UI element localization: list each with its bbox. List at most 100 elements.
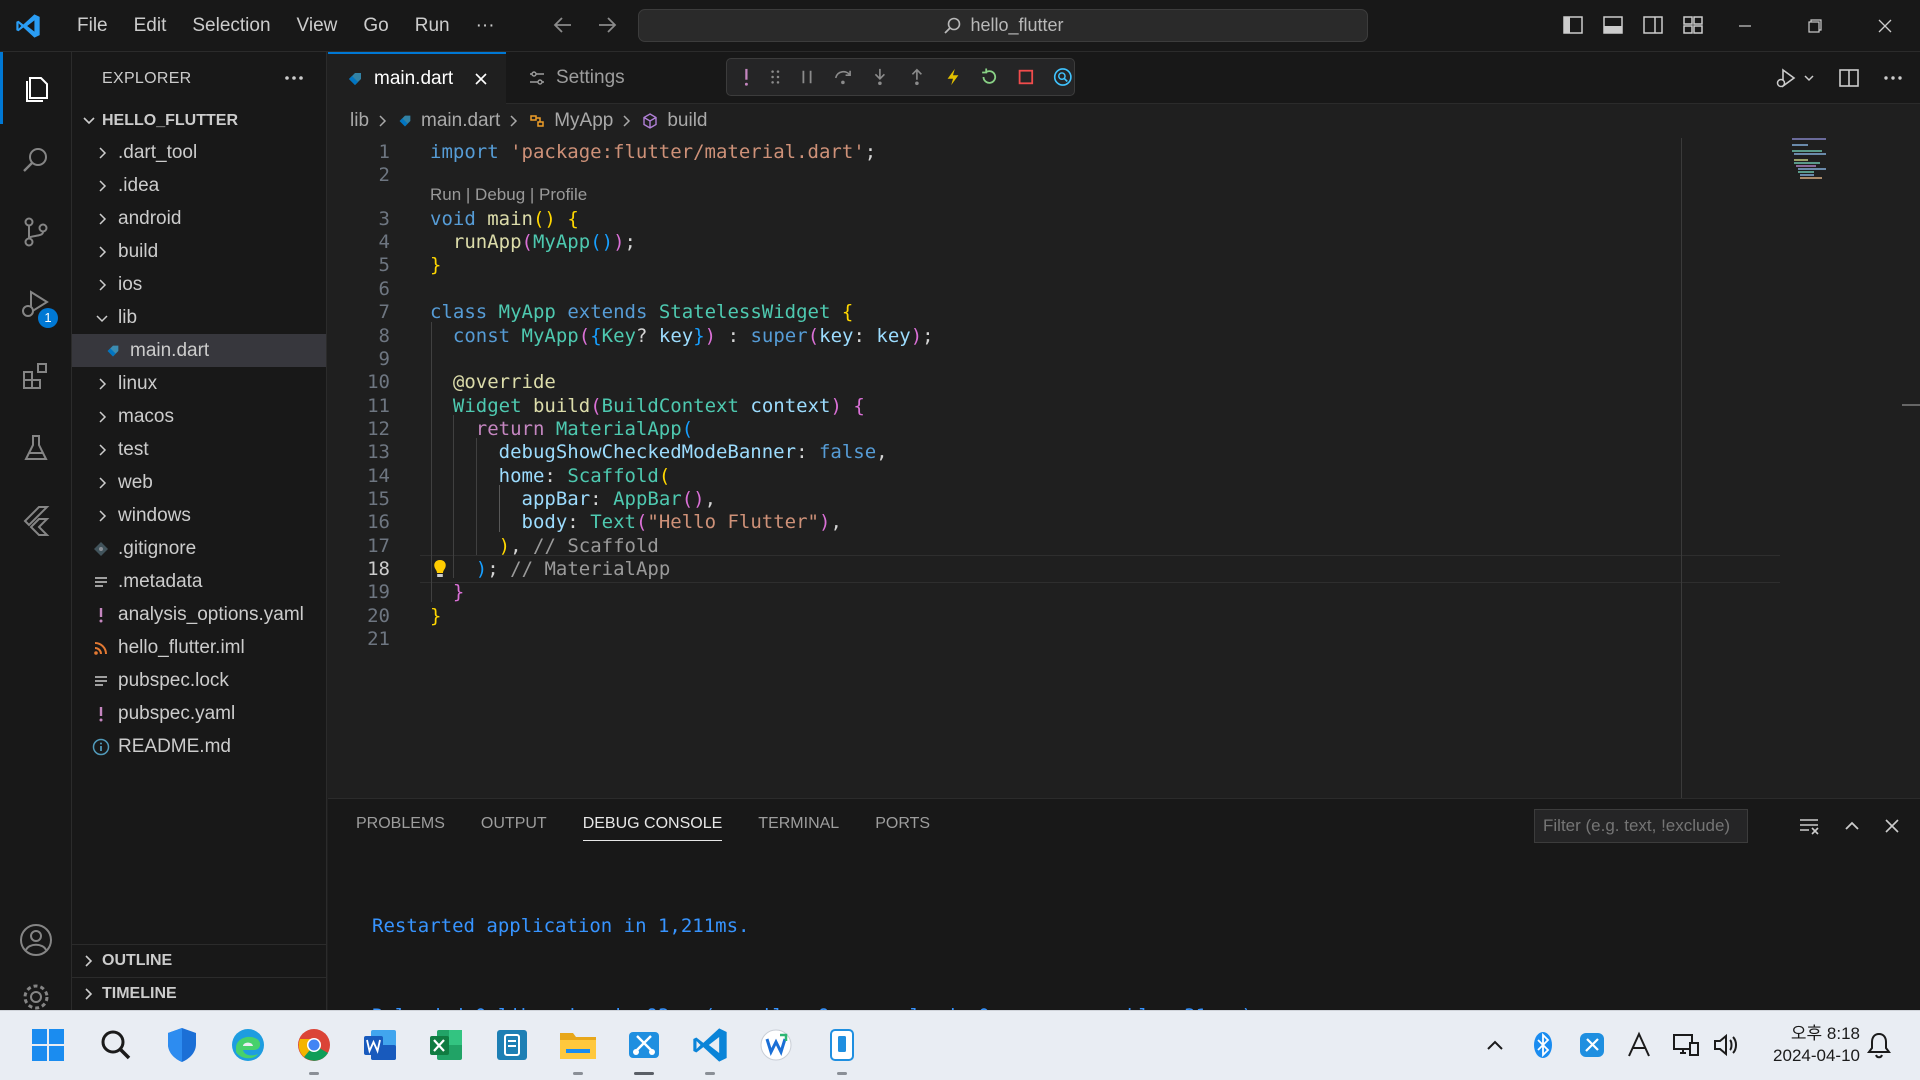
taskbar-snipping-tool[interactable] [622, 1023, 666, 1075]
taskbar-app-2[interactable] [754, 1023, 798, 1067]
notification-bell-icon[interactable] [1866, 1031, 1892, 1059]
folder-lib[interactable]: lib [72, 301, 326, 334]
file-hello-flutter-iml[interactable]: hello_flutter.iml [72, 631, 326, 664]
minimap[interactable] [1788, 138, 1918, 798]
taskbar-app-3[interactable] [820, 1023, 864, 1075]
tab-problems[interactable]: PROBLEMS [356, 815, 445, 841]
tab-settings[interactable]: Settings [506, 52, 676, 104]
bluetooth-icon[interactable] [1532, 1031, 1554, 1059]
menu-selection[interactable]: Selection [179, 15, 283, 37]
activity-search[interactable] [0, 124, 72, 196]
customize-layout-icon[interactable] [1682, 14, 1704, 36]
taskbar-word[interactable] [358, 1023, 402, 1067]
step-over-icon[interactable] [833, 66, 853, 88]
volume-icon[interactable] [1712, 1031, 1740, 1059]
folder-dart-tool[interactable]: .dart_tool [72, 136, 326, 169]
breadcrumb-lib[interactable]: lib [350, 110, 369, 132]
start-button[interactable] [26, 1023, 70, 1067]
show-hidden-icons-chevron-up-icon[interactable] [1484, 1035, 1506, 1055]
outline-section[interactable]: OUTLINE [72, 944, 327, 977]
file-analysis-options-yaml[interactable]: analysis_options.yaml [72, 598, 326, 631]
folder-build[interactable]: build [72, 235, 326, 268]
pause-icon[interactable] [798, 66, 816, 88]
folder-windows[interactable]: windows [72, 499, 326, 532]
menu-go[interactable]: Go [350, 15, 401, 37]
file-readme-md[interactable]: README.md [72, 730, 326, 763]
folder-linux[interactable]: linux [72, 367, 326, 400]
activity-explorer[interactable] [0, 52, 72, 124]
file-pubspec-lock[interactable]: pubspec.lock [72, 664, 326, 697]
timeline-section[interactable]: TIMELINE [72, 977, 327, 1010]
step-out-icon[interactable] [907, 66, 927, 88]
restore-button[interactable] [1780, 0, 1850, 52]
stop-icon[interactable] [1016, 66, 1036, 88]
breadcrumb-method[interactable]: build [667, 110, 707, 132]
folder-test[interactable]: test [72, 433, 326, 466]
menu-more[interactable]: ··· [463, 15, 508, 37]
close-window-button[interactable] [1850, 0, 1920, 52]
tab-main-dart[interactable]: main.dart [328, 52, 506, 104]
taskbar-file-explorer[interactable] [556, 1023, 600, 1075]
breadcrumb-file[interactable]: main.dart [421, 110, 500, 132]
file-metadata[interactable]: .metadata [72, 565, 326, 598]
minimize-button[interactable] [1710, 0, 1780, 52]
activity-accounts[interactable] [0, 904, 72, 976]
clear-console-icon[interactable] [1798, 815, 1822, 837]
taskbar-app[interactable] [490, 1023, 534, 1067]
toggle-secondary-sidebar-icon[interactable] [1642, 14, 1664, 36]
taskbar-clock[interactable]: 오후 8:18 2024-04-10 [1756, 1023, 1860, 1067]
folder-android[interactable]: android [72, 202, 326, 235]
command-center-search[interactable]: hello_flutter [638, 9, 1368, 42]
tab-ports[interactable]: PORTS [875, 815, 930, 841]
taskbar-vscode[interactable] [688, 1023, 732, 1075]
split-editor-icon[interactable] [1838, 67, 1860, 89]
activity-flutter[interactable] [0, 484, 72, 556]
activity-manage[interactable] [0, 972, 72, 1010]
more-actions-icon[interactable] [282, 66, 306, 90]
file-main-dart[interactable]: main.dart [72, 334, 326, 367]
taskbar-security[interactable] [160, 1023, 204, 1067]
menu-run[interactable]: Run [402, 15, 463, 37]
hot-reload-icon[interactable] [944, 66, 962, 88]
tab-output[interactable]: OUTPUT [481, 815, 547, 841]
taskbar-search-button[interactable] [94, 1023, 138, 1067]
close-tab-icon[interactable] [473, 71, 489, 87]
close-panel-icon[interactable] [1882, 815, 1902, 837]
folder-ios[interactable]: ios [72, 268, 326, 301]
file-gitignore[interactable]: .gitignore [72, 532, 326, 565]
menu-view[interactable]: View [284, 15, 351, 37]
forward-arrow-icon[interactable] [596, 12, 618, 38]
taskbar-excel[interactable] [424, 1023, 468, 1067]
more-actions-icon[interactable] [1882, 67, 1904, 89]
folder-web[interactable]: web [72, 466, 326, 499]
tab-debug-console[interactable]: DEBUG CONSOLE [582, 815, 723, 841]
step-into-icon[interactable] [870, 66, 890, 88]
restart-icon[interactable] [979, 66, 999, 88]
network-icon[interactable] [1672, 1031, 1700, 1059]
drag-handle-icon[interactable] [769, 66, 782, 88]
code-line-21[interactable]: 21 [328, 625, 1778, 653]
back-arrow-icon[interactable] [552, 12, 574, 38]
folder-idea[interactable]: .idea [72, 169, 326, 202]
codelens-run-debug-profile[interactable]: Run | Debug | Profile [430, 185, 587, 205]
code-editor[interactable]: 1 import 'package:flutter/material.dart';… [328, 138, 1920, 798]
flutter-inspector-icon[interactable] [1052, 65, 1074, 89]
taskbar-chrome[interactable] [292, 1023, 336, 1075]
activity-extensions[interactable] [0, 340, 72, 412]
toggle-primary-sidebar-icon[interactable] [1562, 14, 1584, 36]
file-pubspec-yaml[interactable]: pubspec.yaml [72, 697, 326, 730]
console-filter-input[interactable] [1534, 809, 1748, 843]
input-method-icon[interactable] [1626, 1031, 1652, 1059]
maximize-panel-icon[interactable] [1842, 815, 1862, 837]
taskbar-edge[interactable] [226, 1023, 270, 1067]
activity-source-control[interactable] [0, 196, 72, 268]
tab-terminal[interactable]: TERMINAL [758, 815, 839, 841]
tray-app-icon[interactable] [1578, 1031, 1606, 1059]
breadcrumb-class[interactable]: MyApp [554, 110, 613, 132]
run-debug-dropdown[interactable] [1774, 66, 1816, 90]
toggle-panel-icon[interactable] [1602, 14, 1624, 36]
activity-run-debug[interactable]: 1 [0, 268, 72, 340]
menu-edit[interactable]: Edit [121, 15, 180, 37]
menu-file[interactable]: File [64, 15, 121, 37]
folder-macos[interactable]: macos [72, 400, 326, 433]
